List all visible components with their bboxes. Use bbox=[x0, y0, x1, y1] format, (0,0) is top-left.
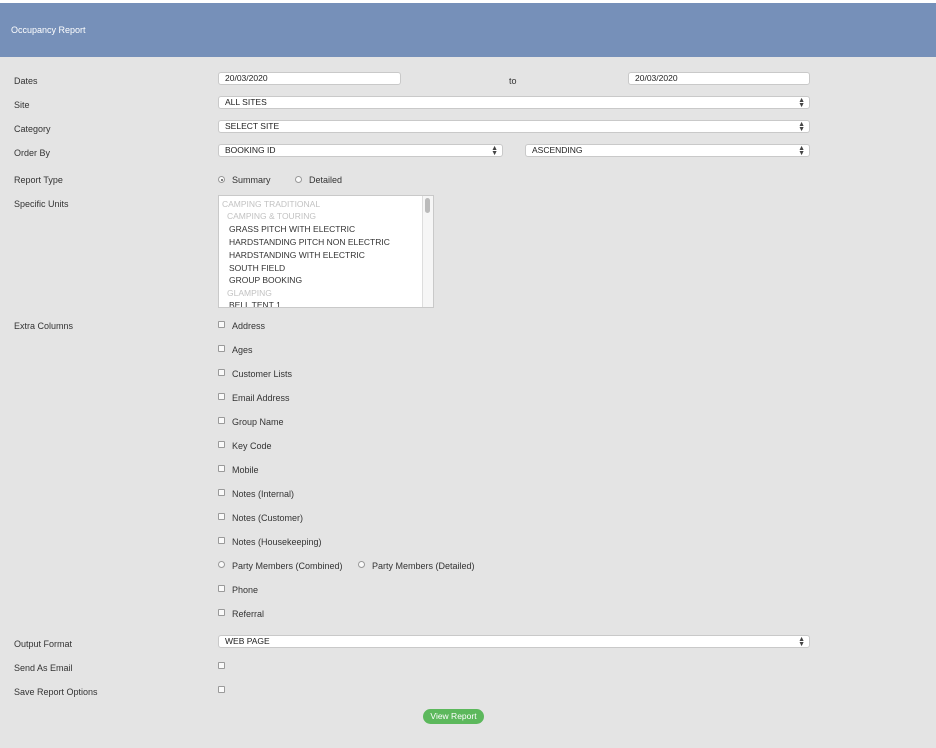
page-header: Occupancy Report bbox=[0, 3, 936, 57]
view-report-button[interactable]: View Report bbox=[423, 709, 484, 724]
category-select[interactable]: SELECT SITE ▲ ▼ bbox=[218, 120, 810, 133]
specific-units-label: Specific Units bbox=[14, 199, 69, 209]
party-members-combined-label: Party Members (Combined) bbox=[232, 561, 343, 571]
notes-housekeeping-checkbox[interactable] bbox=[218, 537, 225, 544]
list-group-header: CAMPING TRADITIONAL bbox=[222, 199, 321, 209]
send-as-email-checkbox[interactable] bbox=[218, 662, 225, 669]
listbox-scrollbar[interactable] bbox=[422, 196, 433, 307]
report-type-summary-label: Summary bbox=[232, 175, 271, 185]
ages-checkbox[interactable] bbox=[218, 345, 225, 352]
specific-units-listbox[interactable]: CAMPING TRADITIONAL CAMPING & TOURING GR… bbox=[218, 195, 434, 308]
key-code-checkbox[interactable] bbox=[218, 441, 225, 448]
report-type-detailed-label: Detailed bbox=[309, 175, 343, 185]
key-code-option-label: Key Code bbox=[232, 441, 272, 451]
report-type-label: Report Type bbox=[14, 175, 63, 185]
list-item[interactable]: GRASS PITCH WITH ELECTRIC bbox=[229, 224, 355, 234]
site-select[interactable]: ALL SITES ▲ ▼ bbox=[218, 96, 810, 109]
order-by-label: Order By bbox=[14, 148, 51, 158]
select-arrows-icon: ▲ ▼ bbox=[798, 145, 805, 157]
select-arrows-icon: ▲ ▼ bbox=[491, 145, 498, 157]
page-title: Occupancy Report bbox=[11, 25, 86, 35]
list-group-header: CAMPING & TOURING bbox=[227, 211, 316, 221]
ages-option-label: Ages bbox=[232, 345, 253, 355]
date-from-value: 20/03/2020 bbox=[225, 73, 268, 83]
scrollbar-thumb[interactable] bbox=[425, 198, 430, 213]
output-format-value: WEB PAGE bbox=[225, 636, 270, 646]
list-group-header: GLAMPING bbox=[227, 288, 272, 298]
notes-internal-option-label: Notes (Internal) bbox=[232, 489, 295, 499]
customer-lists-checkbox[interactable] bbox=[218, 369, 225, 376]
address-option-label: Address bbox=[232, 321, 266, 331]
group-name-checkbox[interactable] bbox=[218, 417, 225, 424]
phone-option-label: Phone bbox=[232, 585, 259, 595]
referral-checkbox[interactable] bbox=[218, 609, 225, 616]
referral-option-label: Referral bbox=[232, 609, 265, 619]
party-members-detailed-radio[interactable] bbox=[358, 561, 365, 568]
notes-internal-checkbox[interactable] bbox=[218, 489, 225, 496]
list-item[interactable]: GROUP BOOKING bbox=[229, 275, 302, 285]
list-item[interactable]: HARDSTANDING PITCH NON ELECTRIC bbox=[229, 237, 390, 247]
select-arrows-icon: ▲ ▼ bbox=[798, 636, 805, 648]
site-label: Site bbox=[14, 100, 30, 110]
dates-label: Dates bbox=[14, 76, 38, 86]
select-arrows-icon: ▲ ▼ bbox=[798, 121, 805, 133]
customer-lists-option-label: Customer Lists bbox=[232, 369, 293, 379]
notes-customer-checkbox[interactable] bbox=[218, 513, 225, 520]
mobile-checkbox[interactable] bbox=[218, 465, 225, 472]
list-item[interactable]: SOUTH FIELD bbox=[229, 263, 285, 273]
output-format-select[interactable]: WEB PAGE ▲ ▼ bbox=[218, 635, 810, 648]
email-address-checkbox[interactable] bbox=[218, 393, 225, 400]
save-report-options-label: Save Report Options bbox=[14, 687, 98, 697]
notes-housekeeping-option-label: Notes (Housekeeping) bbox=[232, 537, 322, 547]
category-label: Category bbox=[14, 124, 51, 134]
date-to-input[interactable]: 20/03/2020 bbox=[628, 72, 810, 85]
party-members-detailed-label: Party Members (Detailed) bbox=[372, 561, 475, 571]
list-item[interactable]: BELL TENT 1 bbox=[229, 300, 281, 307]
report-type-summary-radio[interactable] bbox=[218, 176, 225, 183]
output-format-label: Output Format bbox=[14, 639, 73, 649]
category-select-value: SELECT SITE bbox=[225, 121, 280, 131]
order-direction-value: ASCENDING bbox=[532, 145, 583, 155]
address-checkbox[interactable] bbox=[218, 321, 225, 328]
select-arrows-icon: ▲ ▼ bbox=[798, 97, 805, 109]
report-type-detailed-radio[interactable] bbox=[295, 176, 302, 183]
order-by-field-select[interactable]: BOOKING ID ▲ ▼ bbox=[218, 144, 503, 157]
notes-customer-option-label: Notes (Customer) bbox=[232, 513, 304, 523]
order-by-field-value: BOOKING ID bbox=[225, 145, 276, 155]
email-address-option-label: Email Address bbox=[232, 393, 290, 403]
send-as-email-label: Send As Email bbox=[14, 663, 73, 673]
date-from-input[interactable]: 20/03/2020 bbox=[218, 72, 401, 85]
list-item[interactable]: HARDSTANDING WITH ELECTRIC bbox=[229, 250, 365, 260]
extra-columns-label: Extra Columns bbox=[14, 321, 74, 331]
group-name-option-label: Group Name bbox=[232, 417, 284, 427]
date-to-label: to bbox=[509, 76, 517, 86]
party-members-combined-radio[interactable] bbox=[218, 561, 225, 568]
save-report-options-checkbox[interactable] bbox=[218, 686, 225, 693]
site-select-value: ALL SITES bbox=[225, 97, 267, 107]
phone-checkbox[interactable] bbox=[218, 585, 225, 592]
order-direction-select[interactable]: ASCENDING ▲ ▼ bbox=[525, 144, 810, 157]
mobile-option-label: Mobile bbox=[232, 465, 259, 475]
date-to-value: 20/03/2020 bbox=[635, 73, 678, 83]
